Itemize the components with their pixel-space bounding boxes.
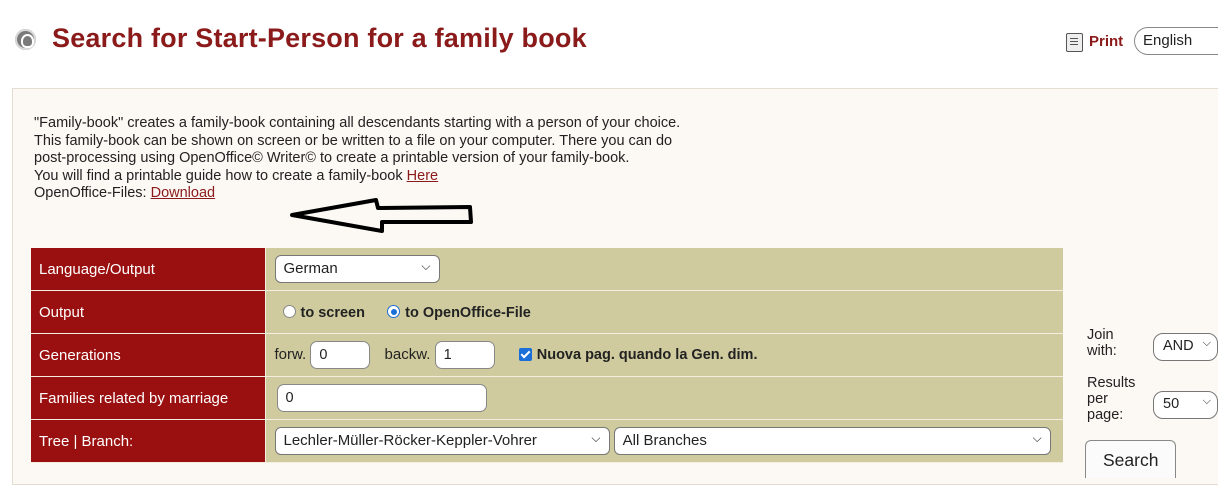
select-value: AND (1163, 338, 1194, 354)
form-row: Output to screen to OpenOffice-File (31, 290, 1063, 334)
intro-line: This family-book can be shown on screen … (34, 132, 673, 149)
search-person-icon (15, 29, 36, 50)
intro-line: You will find a printable guide how to c… (34, 168, 814, 186)
output-label: Output (31, 290, 266, 334)
families-marriage-input[interactable]: 0 (276, 384, 487, 412)
backw-label: backw. (384, 345, 431, 363)
radio-to-screen[interactable]: to screen (282, 304, 365, 321)
guide-text: You will find a printable guide how to c… (34, 167, 407, 184)
tree-select[interactable]: Lechler-Müller-Röcker-Keppler-Vohrer ⌵ (274, 427, 610, 455)
language-output-label: Language/Output (31, 248, 266, 291)
select-value: German (283, 260, 338, 277)
page-header: Search for Start-Person for a family boo… (0, 0, 1218, 78)
backw-input[interactable]: 1 (434, 341, 495, 369)
search-button[interactable]: Search (1085, 440, 1176, 478)
guide-here-link[interactable]: Here (407, 168, 438, 184)
tree-branch-label: Tree | Branch: (31, 419, 266, 463)
chevron-down-icon: ⌵ (1202, 395, 1211, 407)
families-marriage-label: Families related by marriage (31, 376, 266, 420)
files-text: OpenOffice-Files: (34, 185, 151, 201)
form-row: Families related by marriage 0 (31, 376, 1063, 420)
search-form: Language/Output German ⌵ Output to screen… (31, 248, 1063, 463)
print-icon[interactable] (1066, 33, 1083, 52)
results-per-page-label: Results per page: (1087, 375, 1136, 423)
checkbox-checked-icon[interactable] (518, 347, 532, 361)
intro-text: "Family-book" creates a family-book cont… (34, 115, 814, 203)
chevron-down-icon: ⌵ (1032, 431, 1042, 445)
intro-line: post-processing using OpenOffice© Writer… (34, 150, 630, 166)
select-value: Lechler-Müller-Röcker-Keppler-Vohrer (283, 432, 537, 449)
form-row: Generations forw. 0 backw. 1 Nuova pag. … (31, 333, 1063, 377)
intro-line: "Family-book" creates a family-book cont… (34, 115, 681, 131)
chevron-down-icon: ⌵ (591, 431, 601, 445)
select-value: All Branches (622, 432, 707, 449)
join-label: Join with: (1087, 327, 1117, 359)
chevron-down-icon: ⌵ (421, 259, 431, 273)
language-select[interactable]: English (1134, 27, 1218, 55)
download-link[interactable]: Download (151, 185, 216, 201)
forw-label: forw. (274, 345, 307, 363)
print-link[interactable]: Print (1089, 33, 1123, 50)
radio-selected-icon[interactable] (387, 305, 401, 319)
select-value: 50 (1163, 396, 1180, 412)
page-title: Search for Start-Person for a family boo… (52, 23, 587, 53)
radio-icon[interactable] (282, 305, 296, 319)
forw-input[interactable]: 0 (310, 341, 371, 369)
join-select[interactable]: AND ⌵ (1153, 333, 1218, 361)
radio-to-openoffice[interactable]: to OpenOffice-File (387, 304, 531, 321)
hand-drawn-arrow (290, 198, 473, 233)
language-output-select[interactable]: German ⌵ (274, 255, 440, 283)
new-page-checkbox[interactable]: Nuova pag. quando la Gen. dim. (518, 346, 757, 363)
form-row: Tree | Branch: Lechler-Müller-Röcker-Kep… (31, 419, 1063, 463)
branch-select[interactable]: All Branches ⌵ (613, 427, 1051, 455)
generations-label: Generations (31, 333, 266, 377)
results-per-page-select[interactable]: 50 ⌵ (1153, 391, 1218, 419)
chevron-down-icon: ⌵ (1202, 337, 1211, 349)
form-row: Language/Output German ⌵ (31, 248, 1063, 291)
